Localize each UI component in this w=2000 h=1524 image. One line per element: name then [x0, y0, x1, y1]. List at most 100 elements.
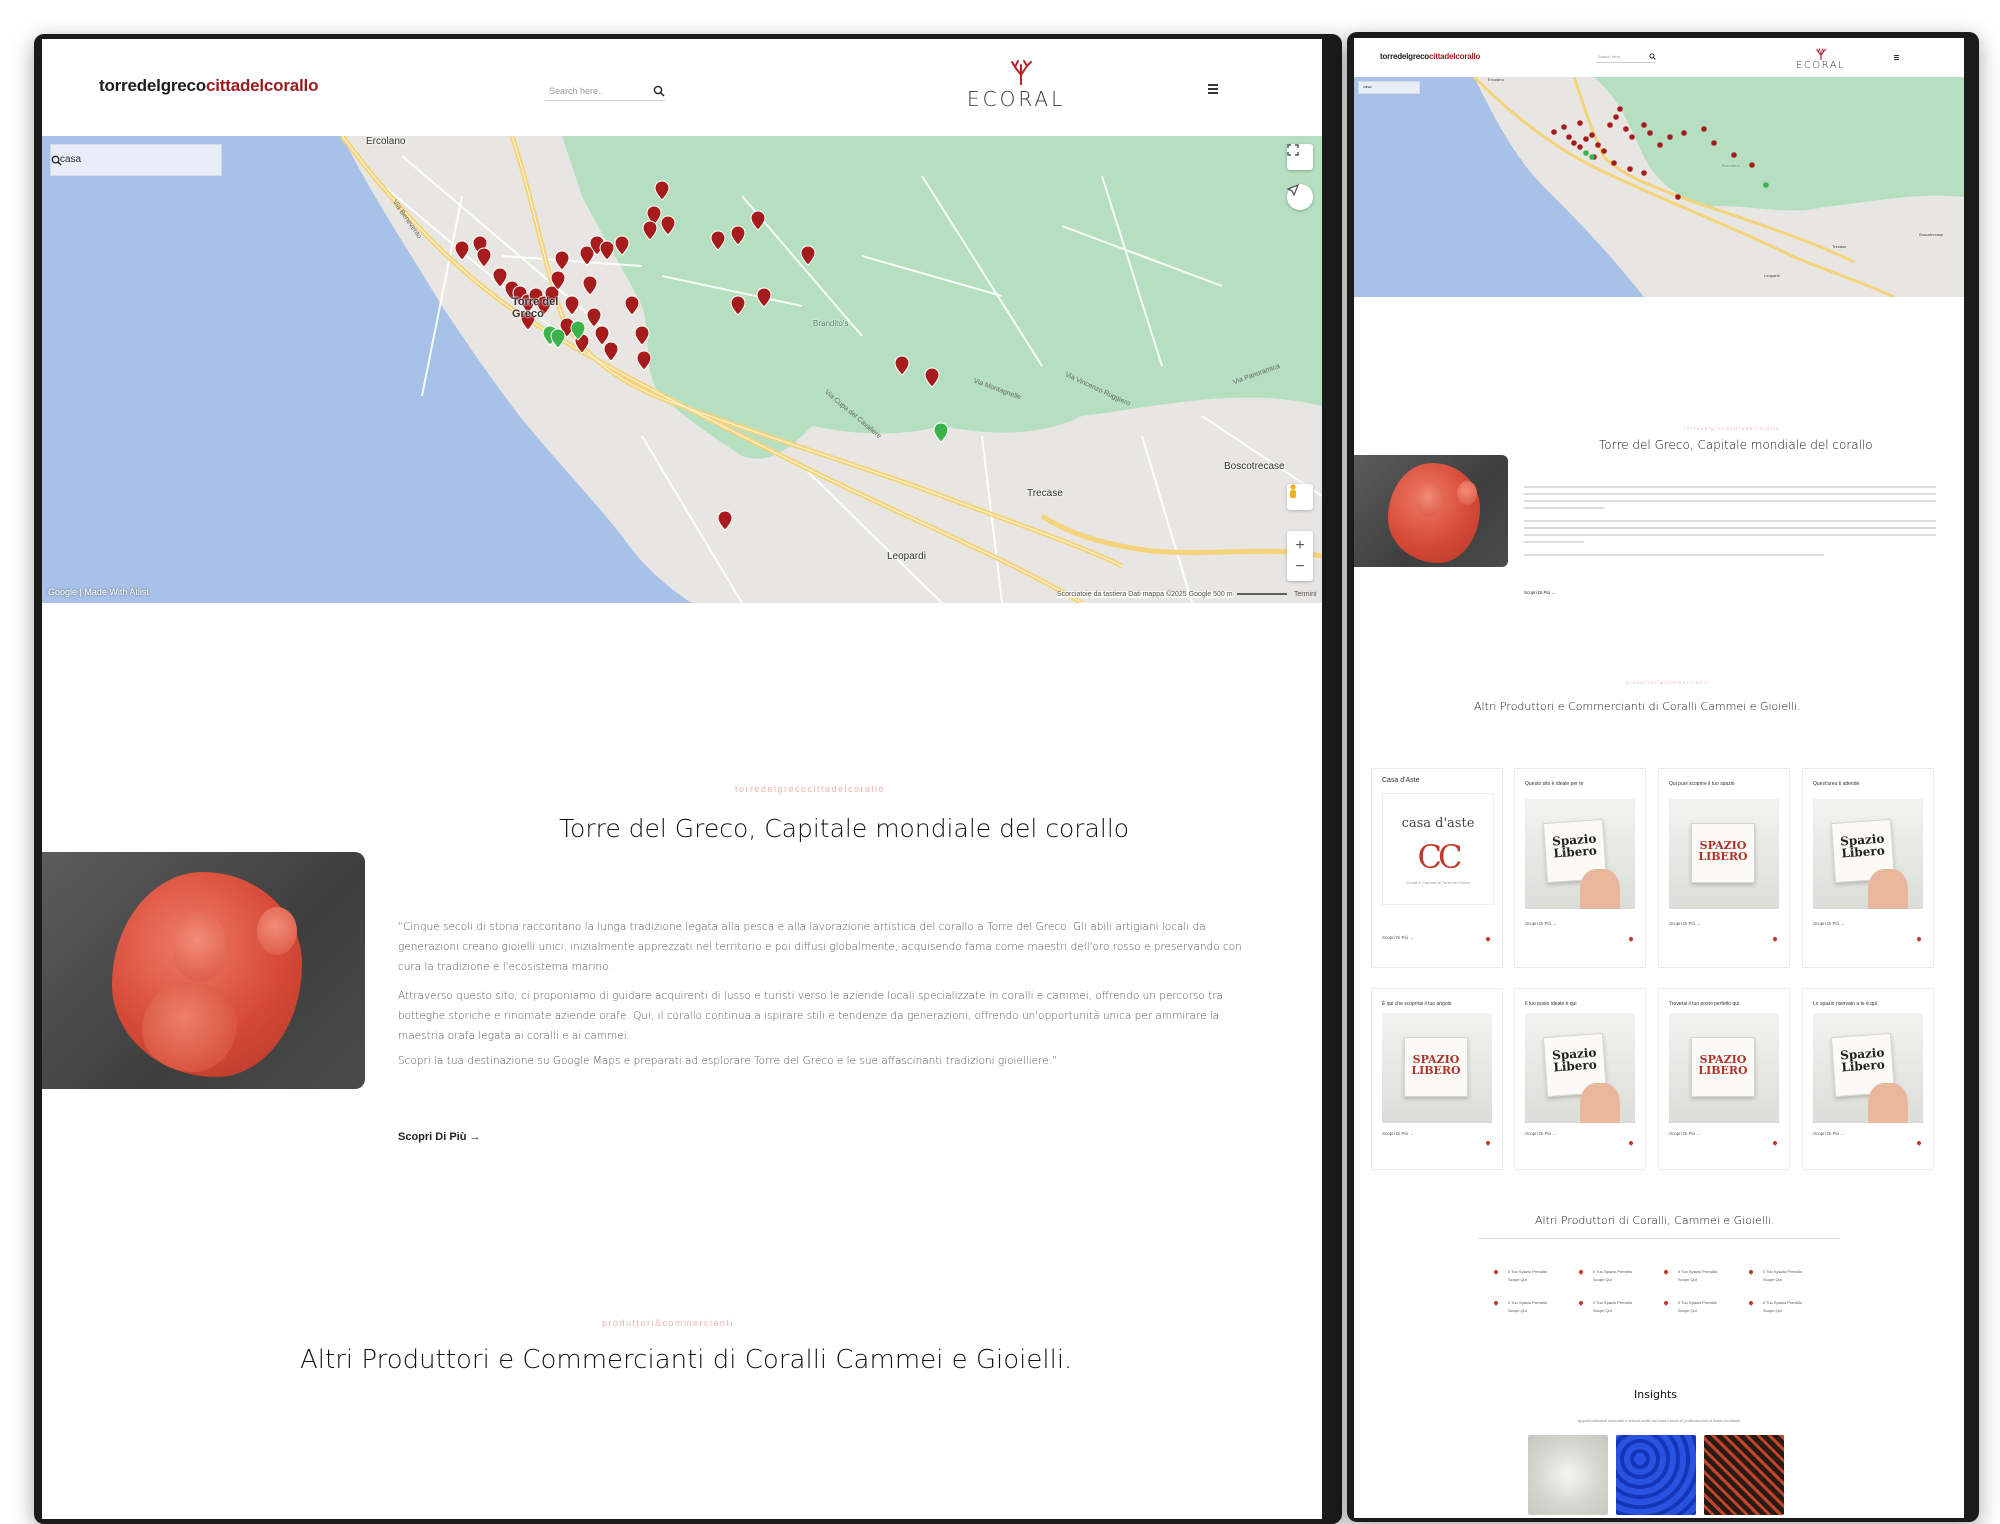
brand-part2: cittadelcorallo	[206, 76, 319, 95]
location-pin-icon	[1772, 936, 1778, 942]
card-link[interactable]: Scopri Di Più →	[1669, 921, 1701, 926]
card-image: Spazio Libero	[1813, 799, 1923, 909]
card-link[interactable]: Scopri Di Più →	[1669, 1131, 1701, 1136]
place-label: Ercolano	[366, 136, 406, 147]
producer-card[interactable]: Lo spazio riservato a te è qui Spazio Li…	[1802, 988, 1934, 1170]
insight-image-red-coral[interactable]	[1704, 1435, 1784, 1515]
place-label: Leopardi	[887, 551, 926, 562]
map-canvas[interactable]	[1354, 77, 1964, 297]
card-link[interactable]: Scopri Di Più →	[1382, 1131, 1414, 1136]
producer-card[interactable]: È qui che scoprirai il tuo angolo SPAZIO…	[1371, 988, 1503, 1170]
brand-part2: cittadelcorallo	[1428, 52, 1481, 61]
card-caption: Qui puoi scoprire il tuo spazio	[1669, 781, 1735, 787]
section-eyebrow: torredelgrecocittadelcorallo	[1684, 426, 1781, 431]
card-link[interactable]: Scopri Di Più →	[1525, 921, 1557, 926]
intro-paragraph-1: “Cinque secoli di storia raccontano la l…	[398, 921, 1242, 973]
location-pin-icon	[1772, 1140, 1778, 1146]
learn-more-link[interactable]: Scopri Di Più →	[398, 1131, 481, 1143]
producer-card[interactable]: Quest'area ti attende Spazio Libero Scop…	[1802, 768, 1934, 968]
map-search-input[interactable]: casa	[50, 144, 222, 176]
brand-part1: torredelgreco	[1380, 52, 1429, 61]
insight-image-blue-coral[interactable]	[1616, 1435, 1696, 1515]
card-caption: Il tuo posto ideale è qui	[1525, 1001, 1577, 1007]
hamburger-menu-icon[interactable]	[1894, 55, 1899, 62]
card-badge-line2: Libero	[1552, 843, 1598, 861]
zoom-out-icon[interactable]: −	[1295, 557, 1304, 577]
insight-image-white-coral[interactable]	[1528, 1435, 1608, 1515]
card-badge-line2: CC	[1417, 838, 1463, 876]
card-badge-line2: Libero	[1840, 843, 1886, 861]
section-title: Altri Produttori e Commercianti di Coral…	[300, 1345, 1073, 1375]
place-label: Ercolano	[1488, 77, 1504, 82]
section-eyebrow: produttori&commercianti	[1626, 680, 1710, 685]
producer-card[interactable]: Il tuo posto ideale è qui Spazio Libero …	[1514, 988, 1646, 1170]
header-search-input[interactable]: Search here..	[545, 84, 665, 101]
zoom-in-icon[interactable]: +	[1295, 535, 1304, 557]
place-label: Trecase	[1832, 244, 1847, 249]
left-screen: torredelgrecocittadelcorallo Search here…	[42, 39, 1322, 1519]
insights-subtitle: Approfondimenti aziendali e articoli scr…	[1577, 1418, 1741, 1423]
location-pin-icon	[1485, 936, 1491, 942]
map-footer-info[interactable]: Scorciatoie da tastiera Dati mappa ©2025…	[1057, 591, 1233, 598]
card-link[interactable]: Scopri Di Più →	[1813, 1131, 1845, 1136]
map-canvas[interactable]	[42, 136, 1322, 603]
card-image: SPAZIO LIBERO	[1669, 1013, 1779, 1123]
fullscreen-button[interactable]	[1287, 144, 1313, 170]
learn-more-link[interactable]: Scopri Di Più →	[1524, 590, 1556, 595]
card-image: Spazio Libero	[1525, 1013, 1635, 1123]
map-search-value: casa	[1363, 84, 1372, 89]
section-title: Altri Produttori e Commercianti di Coral…	[1474, 700, 1801, 713]
insights-title: Insights	[1634, 1388, 1678, 1401]
section-eyebrow: torredelgrecocittadelcorallo	[735, 784, 886, 794]
card-badge-line2: Libero	[1552, 1057, 1598, 1075]
street-view-pegman-button[interactable]	[1287, 484, 1313, 510]
place-label: Trecase	[1027, 488, 1063, 499]
card-badge-line1: casa d'aste	[1401, 816, 1475, 831]
section-eyebrow: produttori&commercianti	[602, 1318, 735, 1328]
my-location-button[interactable]	[1287, 184, 1313, 210]
header-search-input[interactable]: Search here..	[1596, 53, 1656, 63]
divider	[1478, 1238, 1840, 1239]
location-pin-icon	[1916, 1140, 1922, 1146]
place-label: Brandito's	[813, 319, 849, 328]
site-brand[interactable]: torredelgrecocittadelcorallo	[99, 76, 318, 96]
map-terms-link[interactable]: Termini	[1294, 591, 1317, 598]
search-icon[interactable]	[1649, 53, 1656, 60]
search-icon[interactable]	[653, 85, 665, 97]
section-title: Torre del Greco, Capitale mondiale del c…	[559, 814, 1130, 843]
producer-card[interactable]: Qui puoi scoprire il tuo spazio SPAZIO L…	[1658, 768, 1790, 968]
right-device-frame: torredelgrecocittadelcorallo Search here…	[1347, 32, 1979, 1522]
map-view[interactable]: casa Ercolano Brandito's Boscotrecase Tr…	[1354, 77, 1964, 297]
location-pin-icon	[1628, 936, 1634, 942]
search-icon[interactable]	[51, 155, 62, 166]
pegman-icon	[1290, 484, 1296, 498]
intro-paragraph-3: Scopri la tua destinazione su Google Map…	[398, 1055, 1058, 1067]
card-image: SPAZIO LIBERO	[1382, 1013, 1492, 1123]
producer-card[interactable]: Questo sito è ideale per te Spazio Liber…	[1514, 768, 1646, 968]
section-title: Altri Produttori di Coralli, Cammei e Gi…	[1535, 1214, 1775, 1227]
zoom-controls: + −	[1287, 531, 1313, 581]
producer-card[interactable]: Casa d'Aste casa d'aste CC Coralli e Cam…	[1371, 768, 1503, 968]
card-badge-line2: LIBERO	[1411, 1064, 1461, 1077]
card-link[interactable]: Scopri Di Più →	[1382, 935, 1414, 940]
card-image: Spazio Libero	[1813, 1013, 1923, 1123]
card-caption: Troverai il tuo posto perfetto qui	[1669, 1001, 1740, 1007]
card-caption: Lo spazio riservato a te è qui	[1813, 1001, 1877, 1007]
hamburger-menu-icon[interactable]	[1208, 84, 1218, 96]
intro-paragraph-2: Attraverso questo sito, ci proponiamo di…	[398, 990, 1224, 1042]
map-view[interactable]: casa Ercolano Torre del Greco Brandito's…	[42, 136, 1322, 603]
map-search-input[interactable]: casa	[1358, 81, 1420, 94]
ecoral-logo[interactable]: ECORAL	[1794, 48, 1854, 74]
brand-part1: torredelgreco	[99, 76, 206, 95]
card-caption: Questo sito è ideale per te	[1525, 781, 1584, 787]
site-brand[interactable]: torredelgrecocittadelcorallo	[1380, 52, 1480, 61]
ecoral-logo[interactable]: ECORAL	[967, 59, 1077, 119]
navigation-arrow-icon	[1287, 184, 1299, 196]
card-badge-line2: LIBERO	[1698, 1064, 1748, 1077]
producer-card[interactable]: Troverai il tuo posto perfetto qui SPAZI…	[1658, 988, 1790, 1170]
card-link[interactable]: Scopri Di Più →	[1525, 1131, 1557, 1136]
map-attribution[interactable]: Google | Made With Atlist	[48, 587, 149, 597]
place-label: Boscotrecase	[1919, 232, 1944, 237]
card-badge-line3: Coralli e Cammei di Torre del Greco	[1406, 880, 1470, 885]
card-link[interactable]: Scopri Di Più →	[1813, 921, 1845, 926]
